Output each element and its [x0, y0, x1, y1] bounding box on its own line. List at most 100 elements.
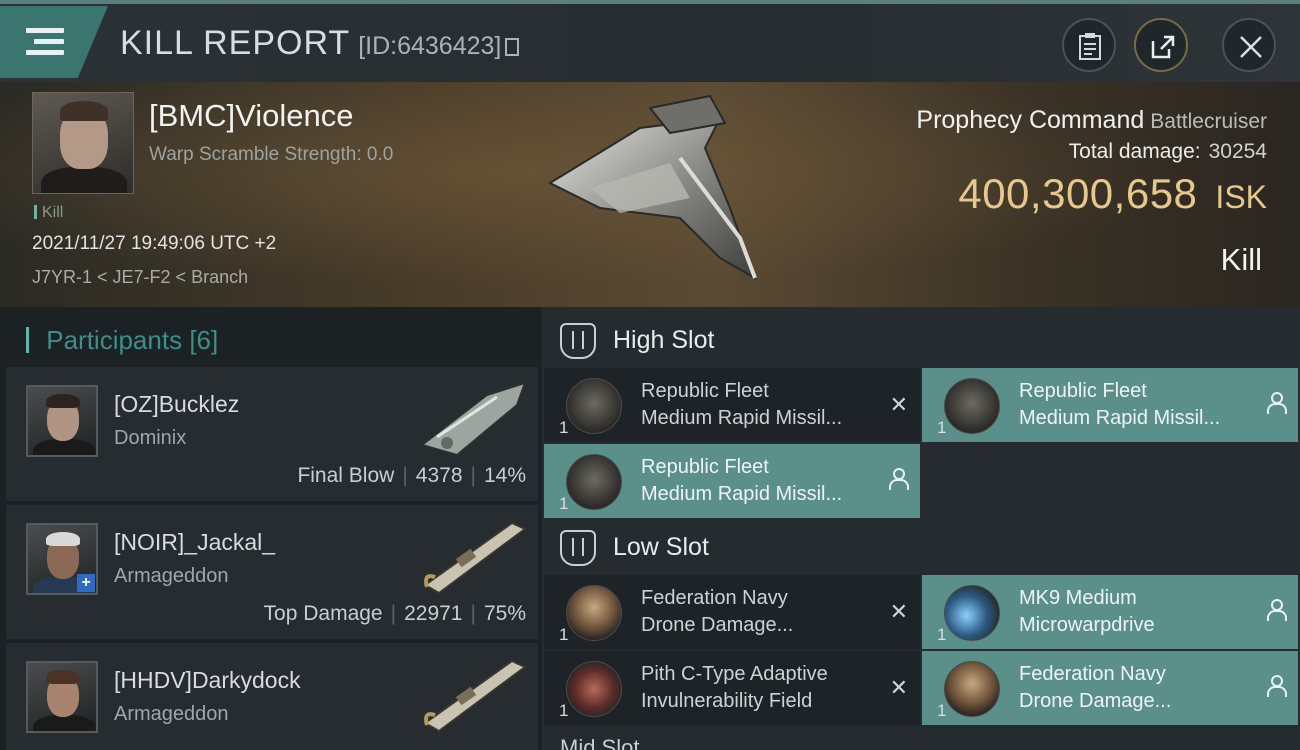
- participants-label: Participants: [46, 325, 183, 355]
- module-item[interactable]: 1 Republic Fleet Medium Rapid Missil...: [544, 444, 920, 518]
- module-name: Republic Fleet Medium Rapid Missil...: [641, 378, 842, 432]
- hamburger-icon: [26, 28, 64, 61]
- participant-name: [OZ]Bucklez: [114, 391, 240, 417]
- kill-datetime: 2021/11/27 19:49:06 UTC +2: [32, 233, 277, 254]
- module-name-line1: Federation Navy: [641, 587, 788, 609]
- module-name: MK9 Medium Microwarpdrive: [1019, 585, 1155, 639]
- module-item[interactable]: 1 Federation Navy Drone Damage...: [922, 651, 1298, 725]
- participant-stats: Final Blow | 4378 | 14%: [297, 464, 526, 487]
- missile-launcher-icon: [944, 378, 1000, 434]
- destroyed-x-icon: ✕: [889, 675, 908, 700]
- module-name-line2: Microwarpdrive: [1019, 614, 1155, 636]
- participant-percent: 14%: [483, 464, 526, 487]
- total-damage-label: Total damage:: [1068, 140, 1201, 163]
- module-item[interactable]: 1 Pith C-Type Adaptive Invulnerability Fi…: [544, 651, 920, 725]
- page-title: KILL REPORT [ID:6436423]: [120, 24, 520, 63]
- destroyed-x-icon: ✕: [889, 392, 908, 417]
- module-name-line2: Drone Damage...: [1019, 690, 1172, 712]
- module-item[interactable]: 1 MK9 Medium Microwarpdrive: [922, 575, 1298, 649]
- module-item[interactable]: 1 Republic Fleet Medium Rapid Missil... ✕: [544, 368, 920, 442]
- isk-amount: 400,300,658: [958, 170, 1198, 217]
- module-quantity: 1: [559, 625, 569, 644]
- module-item[interactable]: 1 Republic Fleet Medium Rapid Missil...: [922, 368, 1298, 442]
- module-name: Pith C-Type Adaptive Invulnerability Fiel…: [641, 661, 828, 715]
- participant-ship-image: [423, 521, 527, 595]
- total-damage-value: 30254: [1208, 140, 1267, 163]
- victim-portrait[interactable]: [32, 92, 134, 194]
- participant-ship: Armageddon: [114, 565, 229, 587]
- module-name-line1: Pith C-Type Adaptive: [641, 663, 828, 685]
- total-damage: Total damage: 30254: [1069, 140, 1267, 164]
- drone-damage-icon: [944, 661, 1000, 717]
- module-quantity: 1: [559, 494, 569, 513]
- share-icon: [1151, 35, 1175, 59]
- participant-name: [NOIR]_Jackal_: [114, 529, 276, 555]
- drone-damage-icon: [566, 585, 622, 641]
- module-quantity: 1: [559, 701, 569, 720]
- module-name-line1: Republic Fleet: [641, 456, 769, 478]
- module-quantity: 1: [937, 625, 947, 644]
- participant-role: Final Blow: [297, 464, 395, 487]
- kill-location[interactable]: J7YR-1 < JE7-F2 < Branch: [32, 267, 248, 288]
- module-name-line2: Medium Rapid Missil...: [641, 483, 843, 505]
- fitting-panel[interactable]: High Slot 1 Republic Fleet Medium Rapid M…: [542, 307, 1300, 750]
- victim-banner: [BMC]Violence Warp Scramble Strength: 0.…: [0, 82, 1300, 307]
- dropped-person-icon: [1266, 599, 1287, 621]
- close-button[interactable]: [1222, 18, 1276, 72]
- participant-name: [HHDV]Darkydock: [114, 667, 301, 693]
- module-name-line1: Federation Navy: [1019, 663, 1166, 685]
- participant-ship-image: [423, 659, 527, 733]
- participant-avatar[interactable]: [26, 661, 98, 733]
- participant-damage: 4378: [415, 464, 463, 487]
- destroyed-x-icon: ✕: [889, 599, 908, 624]
- module-name-line2: Medium Rapid Missil...: [1019, 407, 1221, 429]
- participant-avatar[interactable]: +: [26, 523, 98, 595]
- microwarpdrive-icon: [944, 585, 1000, 641]
- isk-value: 400,300,658 ISK: [958, 170, 1267, 218]
- participant-row[interactable]: [OZ]Bucklez Dominix Final Blow | 4378 | 14%: [6, 367, 538, 501]
- participant-row[interactable]: [HHDV]Darkydock Armageddon: [6, 643, 538, 750]
- participant-ship-image: [419, 381, 527, 457]
- participant-avatar[interactable]: [26, 385, 98, 457]
- module-name: Republic Fleet Medium Rapid Missil...: [641, 454, 842, 508]
- module-name-line2: Medium Rapid Missil...: [641, 407, 843, 429]
- victim-ship-class: Battlecruiser: [1150, 110, 1267, 133]
- module-name-line1: MK9 Medium: [1019, 587, 1137, 609]
- participant-stats: Top Damage | 22971 | 75%: [263, 602, 526, 625]
- participant-role: Top Damage: [263, 602, 383, 625]
- victim-ship-image[interactable]: [530, 88, 770, 298]
- module-name: Federation Navy Drone Damage...: [641, 585, 793, 639]
- dropped-person-icon: [1266, 675, 1287, 697]
- module-name-line2: Drone Damage...: [641, 614, 794, 636]
- missile-launcher-icon: [566, 378, 622, 434]
- module-quantity: 1: [937, 701, 947, 720]
- participants-count: [6]: [189, 325, 219, 355]
- kill-tag: Kill: [34, 204, 63, 222]
- victim-name[interactable]: [BMC]Violence: [149, 98, 353, 134]
- missile-launcher-icon: [566, 454, 622, 510]
- share-button[interactable]: [1134, 18, 1188, 72]
- module-name-line2: Invulnerability Field: [641, 690, 813, 712]
- victim-ship[interactable]: Prophecy Command Battlecruiser: [916, 106, 1267, 135]
- high-slot-label: High Slot: [613, 326, 715, 354]
- participants-panel[interactable]: Participants [6] [OZ]Bucklez Dominix Fin…: [0, 307, 540, 750]
- module-item[interactable]: 1 Federation Navy Drone Damage... ✕: [544, 575, 920, 649]
- clipboard-button[interactable]: [1062, 18, 1116, 72]
- victim-ship-name: Prophecy Command: [916, 106, 1145, 134]
- high-slot-icon: [560, 323, 596, 359]
- warp-scramble-strength: Warp Scramble Strength: 0.0: [149, 144, 394, 165]
- module-quantity: 1: [559, 418, 569, 437]
- dropped-person-icon: [888, 468, 909, 490]
- low-slot-label: Low Slot: [613, 533, 709, 561]
- copy-icon[interactable]: [505, 38, 520, 56]
- kill-result: Kill: [1220, 242, 1262, 277]
- menu-button[interactable]: [0, 6, 108, 78]
- module-quantity: 1: [937, 418, 947, 437]
- plus-badge-icon: +: [77, 574, 95, 592]
- close-icon: [1240, 36, 1262, 58]
- top-bar: KILL REPORT [ID:6436423]: [0, 0, 1300, 82]
- participant-row[interactable]: + [NOIR]_Jackal_ Armageddon Top Damage | 2…: [6, 505, 538, 639]
- module-name-line1: Republic Fleet: [641, 380, 769, 402]
- low-slot-icon: [560, 530, 596, 566]
- module-name-line1: Republic Fleet: [1019, 380, 1147, 402]
